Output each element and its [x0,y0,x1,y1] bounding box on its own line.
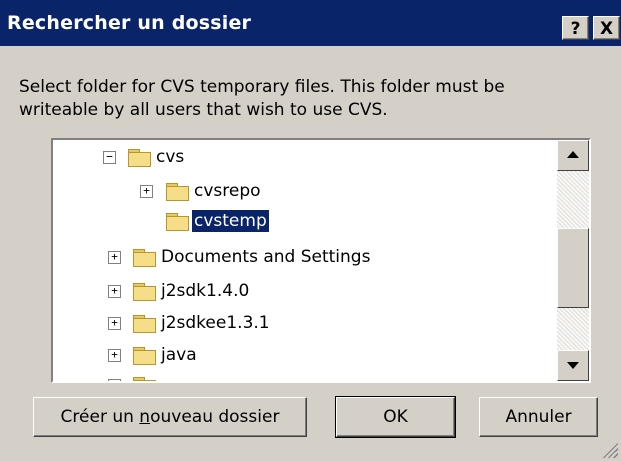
tree-item-label: cvs [156,147,185,167]
tree-item-cvstemp[interactable]: cvstemp [53,209,561,244]
tree-item-j2sdk[interactable]: + j2sdk1.4.0 [53,280,561,314]
expand-icon[interactable]: + [108,285,121,298]
expand-icon[interactable]: + [108,251,121,264]
folder-icon [133,249,156,267]
window-title: Rechercher un dossier [7,12,252,34]
arrow-down-icon [567,362,579,369]
new-folder-accelerator: n [139,406,151,427]
folder-icon [133,283,156,301]
expand-icon [108,379,121,381]
tree-item-partial [53,374,561,381]
expand-icon[interactable]: + [140,185,153,198]
expand-icon[interactable]: + [108,349,121,362]
folder-icon [133,315,156,333]
folder-icon [133,347,156,365]
new-folder-label-suffix: ouveau dossier [150,406,280,427]
ok-button[interactable]: OK [335,396,456,438]
new-folder-label-prefix: Créer un [60,406,140,427]
help-button[interactable]: ? [562,16,589,40]
collapse-icon[interactable]: − [103,151,116,164]
folder-icon [133,377,156,381]
tree-item-java[interactable]: + java [53,344,561,378]
folder-open-icon [128,149,151,167]
folder-tree[interactable]: − cvs + cvsrepo cvstemp + Documents and … [51,138,591,383]
expand-icon[interactable]: + [108,317,121,330]
tree-item-label: j2sdkee1.3.1 [161,313,270,333]
scroll-up-button[interactable] [557,140,589,171]
tree-item-label: cvsrepo [194,181,261,201]
arrow-up-icon [567,151,579,158]
vertical-scrollbar[interactable] [557,140,589,381]
resize-grip-icon[interactable] [601,441,618,458]
tree-item-label-selected: cvstemp [191,209,270,233]
tree-item-label: Documents and Settings [161,247,371,267]
title-bar[interactable]: Rechercher un dossier ? X [0,0,621,46]
tree-item-label: j2sdk1.4.0 [161,281,250,301]
tree-item-documents-and-settings[interactable]: + Documents and Settings [53,246,561,280]
tree-item-cvsrepo[interactable]: + cvsrepo [53,180,561,214]
tree-item-cvs[interactable]: − cvs [53,146,561,180]
close-button[interactable]: X [593,16,620,40]
folder-open-icon [166,213,189,231]
description-text: Select folder for CVS temporary files. T… [19,77,505,120]
tree-item-j2sdkee[interactable]: + j2sdkee1.3.1 [53,312,561,346]
folder-icon [166,183,189,201]
tree-item-label: java [161,345,197,365]
scroll-down-button[interactable] [557,350,589,381]
cancel-button[interactable]: Annuler [479,397,598,437]
scroll-thumb[interactable] [557,228,589,308]
new-folder-button[interactable]: Créer un nouveau dossier [33,397,307,437]
